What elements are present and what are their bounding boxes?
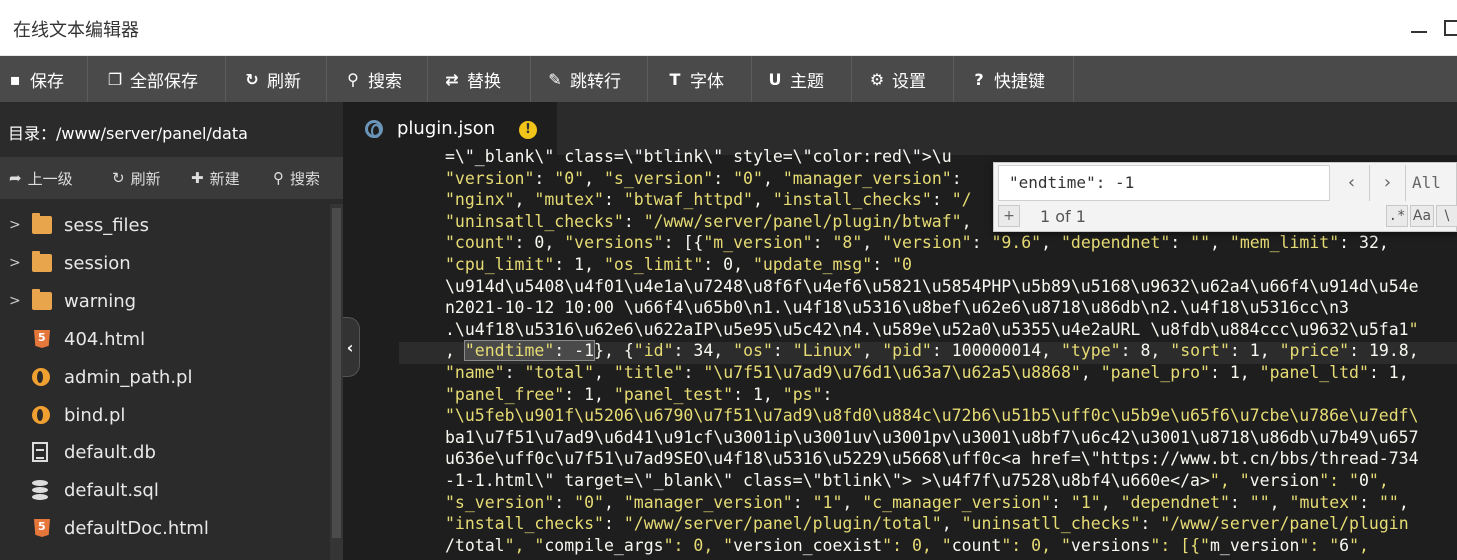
code-line[interactable]: -1-1.html\" target=\"_blank\" class=\"bt… [445,470,1389,492]
find-previous-button[interactable]: ‹ [1334,165,1370,201]
code-line[interactable]: /total", "compile_args": 0, "version_coe… [445,535,1369,557]
new-file-button[interactable]: ✚ 新建 [191,157,240,199]
code-line[interactable]: .\u4f18\u5316\u62e6\u622aIP\u5e95\u5c42\… [445,319,1419,341]
folder-icon [32,289,52,310]
code-line[interactable]: "install_checks": "/www/server/panel/plu… [445,513,1409,535]
copy-icon: ❐ [107,69,123,89]
share-icon: ➦ [9,169,22,187]
goto-line-button[interactable]: ✎ 跳转行 [540,56,648,102]
list-item[interactable]: > sess_files [0,206,330,244]
code-line[interactable]: "panel_free": 1, "panel_test": 1, "ps": [445,384,832,406]
maximize-icon[interactable] [1444,20,1457,36]
folder-icon [32,213,52,234]
file-icon [32,442,48,462]
magnet-icon: U [768,69,782,89]
title-bar: 在线文本编辑器 [0,0,1457,56]
list-item[interactable]: default.db [0,433,330,471]
gear-icon: ⚙ [869,69,885,89]
toggle-replace-button[interactable]: + [998,205,1020,227]
json-file-icon [365,120,383,138]
warning-icon: ! [519,121,537,139]
sidebar-scrollbar[interactable] [330,204,343,560]
code-line[interactable]: "name": "total", "title": "\u7f51\u7ad9\… [445,362,1409,384]
code-line[interactable]: , "endtime": -1}, {"id": 34, "os": "Linu… [445,340,1419,362]
find-all-button[interactable]: All [1412,165,1457,201]
directory-label: 目录： [8,124,57,143]
code-line[interactable]: "count": 0, "versions": [{"m_version": "… [445,232,1389,254]
chevron-left-icon: ‹ [1347,172,1356,193]
case-sensitive-toggle[interactable]: Aa [1410,205,1434,227]
save-all-button[interactable]: ❐ 全部保存 [100,56,226,102]
list-item[interactable]: defaultDoc.html [0,509,330,547]
regex-toggle[interactable]: .* [1386,205,1408,227]
directory-path: /www/server/panel/data [56,124,248,143]
shortcuts-button[interactable]: ? 快捷键 [964,56,1074,102]
code-line[interactable]: "version": "0", "s_version": "0", "manag… [445,168,962,190]
find-widget: "endtime": -1 ‹ › All + 1 of 1 .* Aa \ [993,162,1457,232]
code-line[interactable]: n2021-10-12 10:00 \u66f4\u65b0\n1.\u4f18… [445,297,1349,319]
save-button[interactable]: ▪ 保存 [0,56,88,102]
refresh-icon: ↻ [112,169,125,187]
list-item[interactable]: 404.html [0,320,330,358]
perl-icon [32,406,50,424]
search-icon: ⚲ [347,69,359,89]
whole-word-toggle[interactable]: \ [1436,205,1457,227]
code-line[interactable]: "\u5feb\u901f\u5206\u6790\u7f51\u7ad9\u8… [445,405,1419,427]
collapse-sidebar-handle[interactable]: ‹ [343,317,360,377]
replace-button[interactable]: ⇄ 替换 [437,56,531,102]
code-line[interactable]: "uninsatll_checks": "/www/server/panel/p… [445,211,972,233]
up-level-button[interactable]: ➦ 上一级 [9,157,73,199]
find-input[interactable]: "endtime": -1 [998,165,1330,201]
font-button[interactable]: T 字体 [660,56,752,102]
match-count: 1 of 1 [1040,207,1086,226]
floppy-icon: ▪ [9,69,21,89]
sidebar-actions: ➦ 上一级 ↻ 刷新 ✚ 新建 ⚲ 搜索 [0,157,343,199]
toolbar: ▪ 保存 ❐ 全部保存 ↻ 刷新 ⚲ 搜索 ⇄ 替换 ✎ 跳转行 T 字体 U 主题 ⚙ 设置 ?… [0,56,1457,102]
list-item[interactable]: > warning [0,282,330,320]
sidebar-search-button[interactable]: ⚲ 搜索 [273,157,320,199]
plus-icon: ✚ [191,169,204,187]
find-next-button[interactable]: › [1370,165,1406,201]
window-title: 在线文本编辑器 [13,20,139,41]
question-icon: ? [974,69,984,89]
chevron-right-icon[interactable]: > [9,293,21,309]
chevron-left-icon: ‹ [346,337,354,357]
file-sidebar: 目录：/www/server/panel/data ➦ 上一级 ↻ 刷新 ✚ 新建 ⚲… [0,102,343,560]
code-line[interactable]: =\"_blank\" class=\"btlink\" style=\"col… [445,146,952,168]
code-line[interactable]: ba1\u7f51\u7ad9\u6d41\u91cf\u3001ip\u300… [445,427,1419,449]
html5-icon [34,330,50,348]
search-match-highlight: "endtime": -1 [463,340,596,362]
list-item[interactable]: > session [0,244,330,282]
replace-icon: ⇄ [445,69,459,89]
wand-icon: ✎ [548,69,562,89]
refresh-icon: ↻ [245,69,259,89]
code-line[interactable]: "cpu_limit": 1, "os_limit": 0, "update_m… [445,254,912,276]
chevron-right-icon: › [1383,172,1392,193]
minimize-icon[interactable] [1411,31,1427,33]
code-line[interactable]: u636e\uff0c\u7f51\u7ad9SEO\u4f18\u5316\u… [445,448,1419,470]
html5-icon [34,519,50,537]
database-icon [32,480,48,500]
folder-icon [32,251,52,272]
code-line[interactable]: "s_version": "0", "manager_version": "1"… [445,492,1409,514]
code-line[interactable]: \u914d\u5408\u4f01\u4e1a\u7248\u8f6f\u4e… [445,276,1419,298]
settings-button[interactable]: ⚙ 设置 [862,56,954,102]
list-item[interactable]: bind.pl [0,396,330,434]
chevron-right-icon[interactable]: > [9,217,21,233]
refresh-button[interactable]: ↻ 刷新 [237,56,327,102]
theme-button[interactable]: U 主题 [760,56,852,102]
sidebar-refresh-button[interactable]: ↻ 刷新 [112,157,161,199]
scrollbar-thumb[interactable] [332,208,341,538]
list-item[interactable]: default.sql [0,471,330,509]
directory-bar: 目录：/www/server/panel/data [0,102,343,157]
text-height-icon: T [669,69,681,89]
search-button[interactable]: ⚲ 搜索 [338,56,428,102]
list-item[interactable]: admin_path.pl [0,358,330,396]
code-line[interactable]: "nginx", "mutex": "btwaf_httpd", "instal… [445,189,972,211]
chevron-right-icon[interactable]: > [9,255,21,271]
file-list: > sess_files > session > warning 404.htm… [0,204,330,560]
perl-icon [32,368,50,386]
search-icon: ⚲ [273,169,284,187]
